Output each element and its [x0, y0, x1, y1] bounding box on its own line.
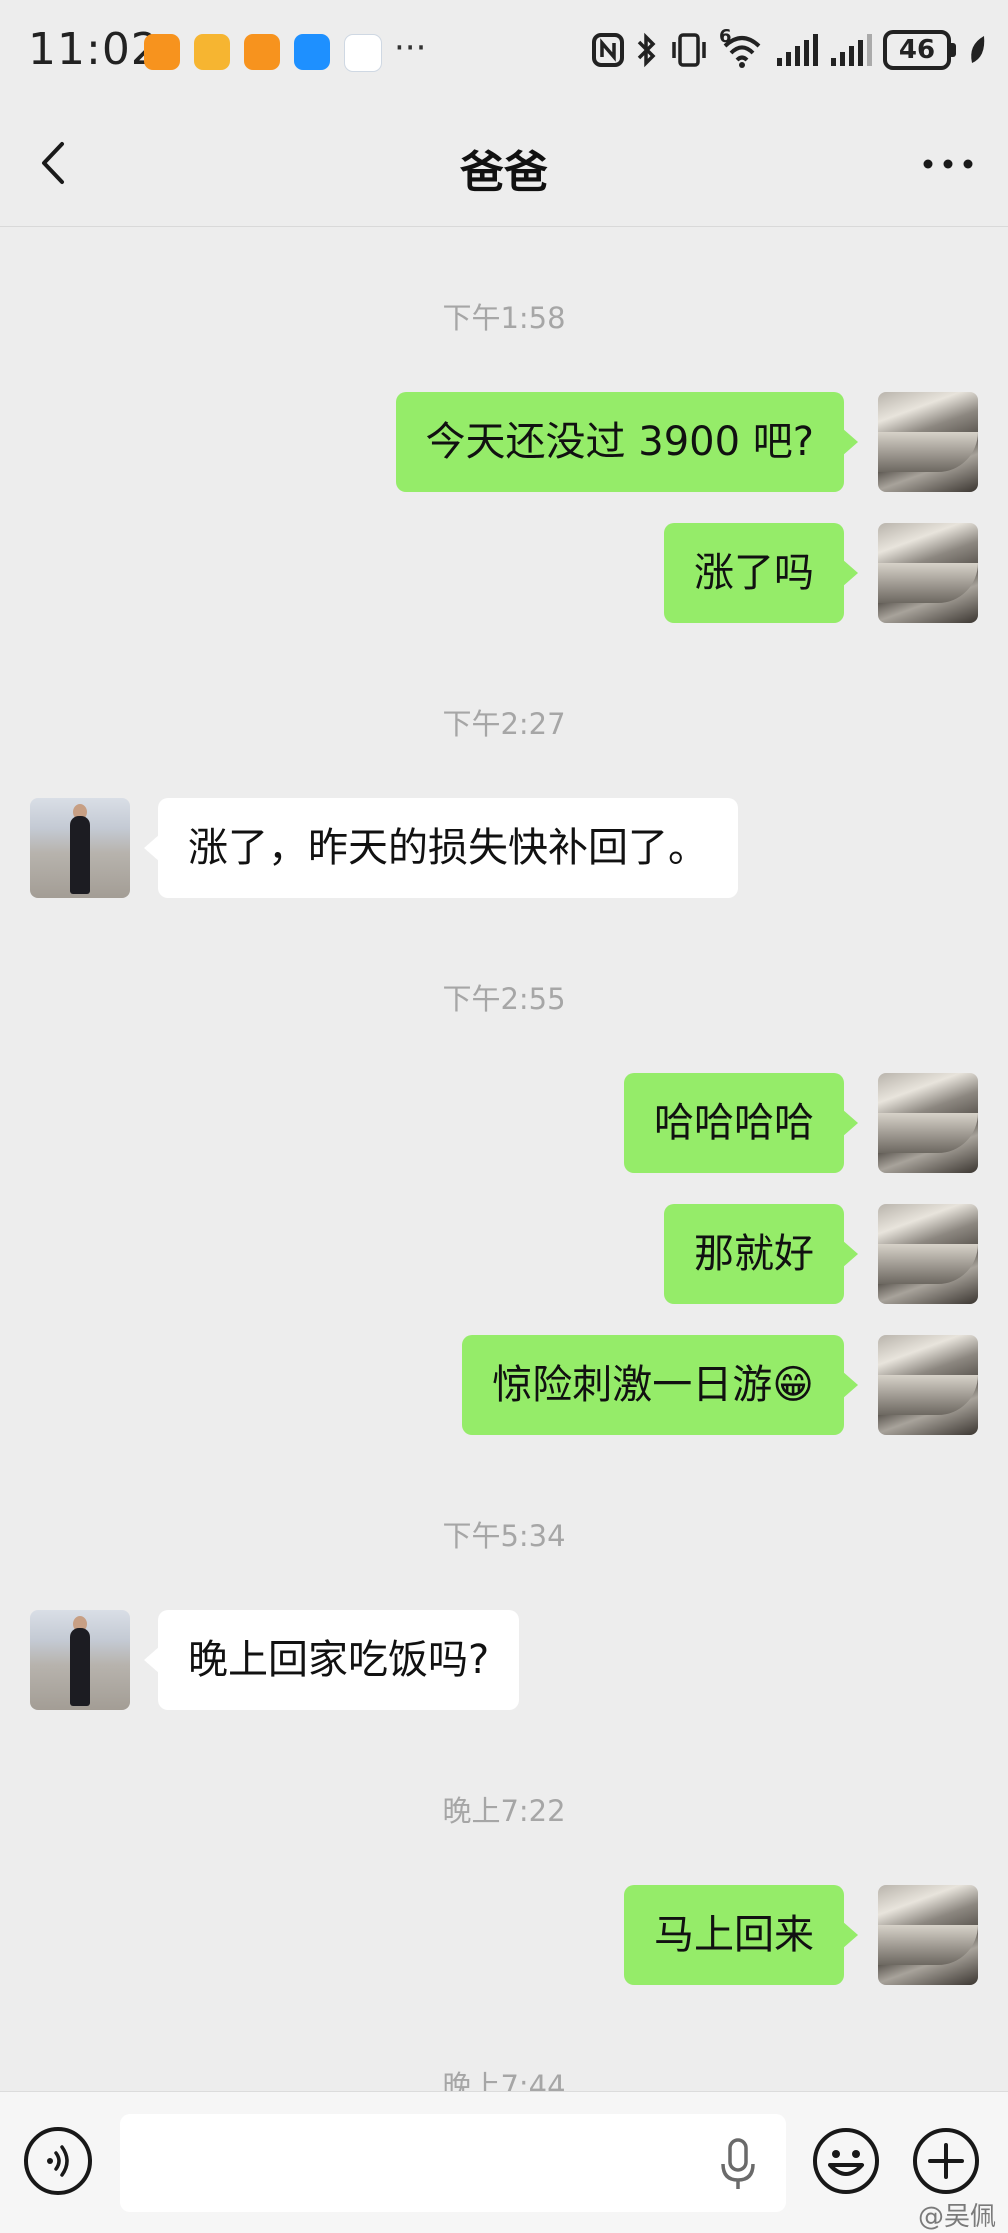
chat-messages[interactable]: 下午1:58 今天还没过 3900 吧? 涨了吗 下午2:27 涨了，昨天的损失…: [0, 227, 1008, 2091]
nfc-icon: [592, 33, 624, 67]
watermark: @吴佩: [917, 2202, 996, 2232]
sent-message: 那就好: [0, 1204, 1008, 1304]
voice-input-button[interactable]: [24, 2127, 92, 2195]
signal-icon-2: [831, 34, 872, 66]
my-avatar[interactable]: [878, 1335, 978, 1435]
microphone-icon[interactable]: [718, 2136, 758, 2192]
my-avatar[interactable]: [878, 1204, 978, 1304]
sent-bubble[interactable]: 涨了吗: [664, 523, 858, 623]
voice-wave-icon: [47, 2145, 69, 2177]
leaf-icon: [971, 36, 985, 63]
received-bubble[interactable]: 晚上回家吃饭吗?: [143, 1610, 520, 1710]
bluetooth-icon: [637, 32, 656, 68]
message-timestamp: 晚上7:44: [442, 2069, 566, 2091]
status-time: 11:02: [28, 24, 160, 75]
more-notifications-icon: ···: [394, 28, 427, 68]
wifi-indicator: 6: [719, 26, 765, 68]
message-timestamp: 下午2:55: [442, 982, 566, 1016]
dad-avatar[interactable]: [30, 1610, 130, 1710]
chat-header: 爸爸: [0, 100, 1008, 227]
received-message: 涨了，昨天的损失快补回了。: [0, 798, 1008, 898]
message-notification-icon: [294, 34, 330, 70]
sent-bubble[interactable]: 马上回来: [624, 1885, 858, 1985]
notification-app-icon-2: [244, 34, 280, 70]
qq-notification-icon: [344, 34, 382, 72]
sent-message: 今天还没过 3900 吧?: [0, 392, 1008, 492]
mail-notification-icon: [194, 34, 230, 70]
message-input[interactable]: [120, 2114, 786, 2212]
received-message: 晚上回家吃饭吗?: [0, 1610, 1008, 1710]
more-options-icon[interactable]: [918, 144, 978, 184]
message-timestamp: 下午1:58: [442, 301, 566, 335]
message-timestamp: 下午5:34: [442, 1519, 566, 1553]
sent-message: 哈哈哈哈: [0, 1073, 1008, 1173]
my-avatar[interactable]: [878, 523, 978, 623]
vibrate-icon: [672, 33, 706, 67]
signal-icon-1: [777, 34, 818, 66]
message-timestamp: 下午2:27: [442, 707, 566, 741]
chat-title: 爸爸: [460, 147, 548, 198]
input-bar: [0, 2091, 1008, 2233]
sent-bubble[interactable]: 哈哈哈哈: [624, 1073, 858, 1173]
received-bubble[interactable]: 涨了，昨天的损失快补回了。: [144, 798, 738, 898]
dad-avatar[interactable]: [30, 798, 130, 898]
sent-bubble[interactable]: 今天还没过 3900 吧?: [395, 392, 859, 492]
battery-level: 46: [883, 30, 951, 70]
add-more-icon[interactable]: [912, 2127, 980, 2195]
notification-app-icon-1: [144, 34, 180, 70]
wifi-icon: [723, 36, 761, 68]
sent-message: 马上回来: [0, 1885, 1008, 1985]
emoji-icon[interactable]: [812, 2127, 880, 2195]
my-avatar[interactable]: [878, 1073, 978, 1173]
status-bar: 11:02 ··· 6 46: [0, 0, 1008, 100]
sent-bubble[interactable]: 惊险刺激一日游😁: [462, 1335, 858, 1435]
my-avatar[interactable]: [878, 392, 978, 492]
sent-message: 涨了吗: [0, 523, 1008, 623]
message-timestamp: 晚上7:22: [442, 1794, 566, 1828]
my-avatar[interactable]: [878, 1885, 978, 1985]
sent-bubble[interactable]: 那就好: [664, 1204, 858, 1304]
battery-indicator: 46: [883, 30, 956, 70]
sent-message: 惊险刺激一日游😁: [0, 1335, 1008, 1435]
